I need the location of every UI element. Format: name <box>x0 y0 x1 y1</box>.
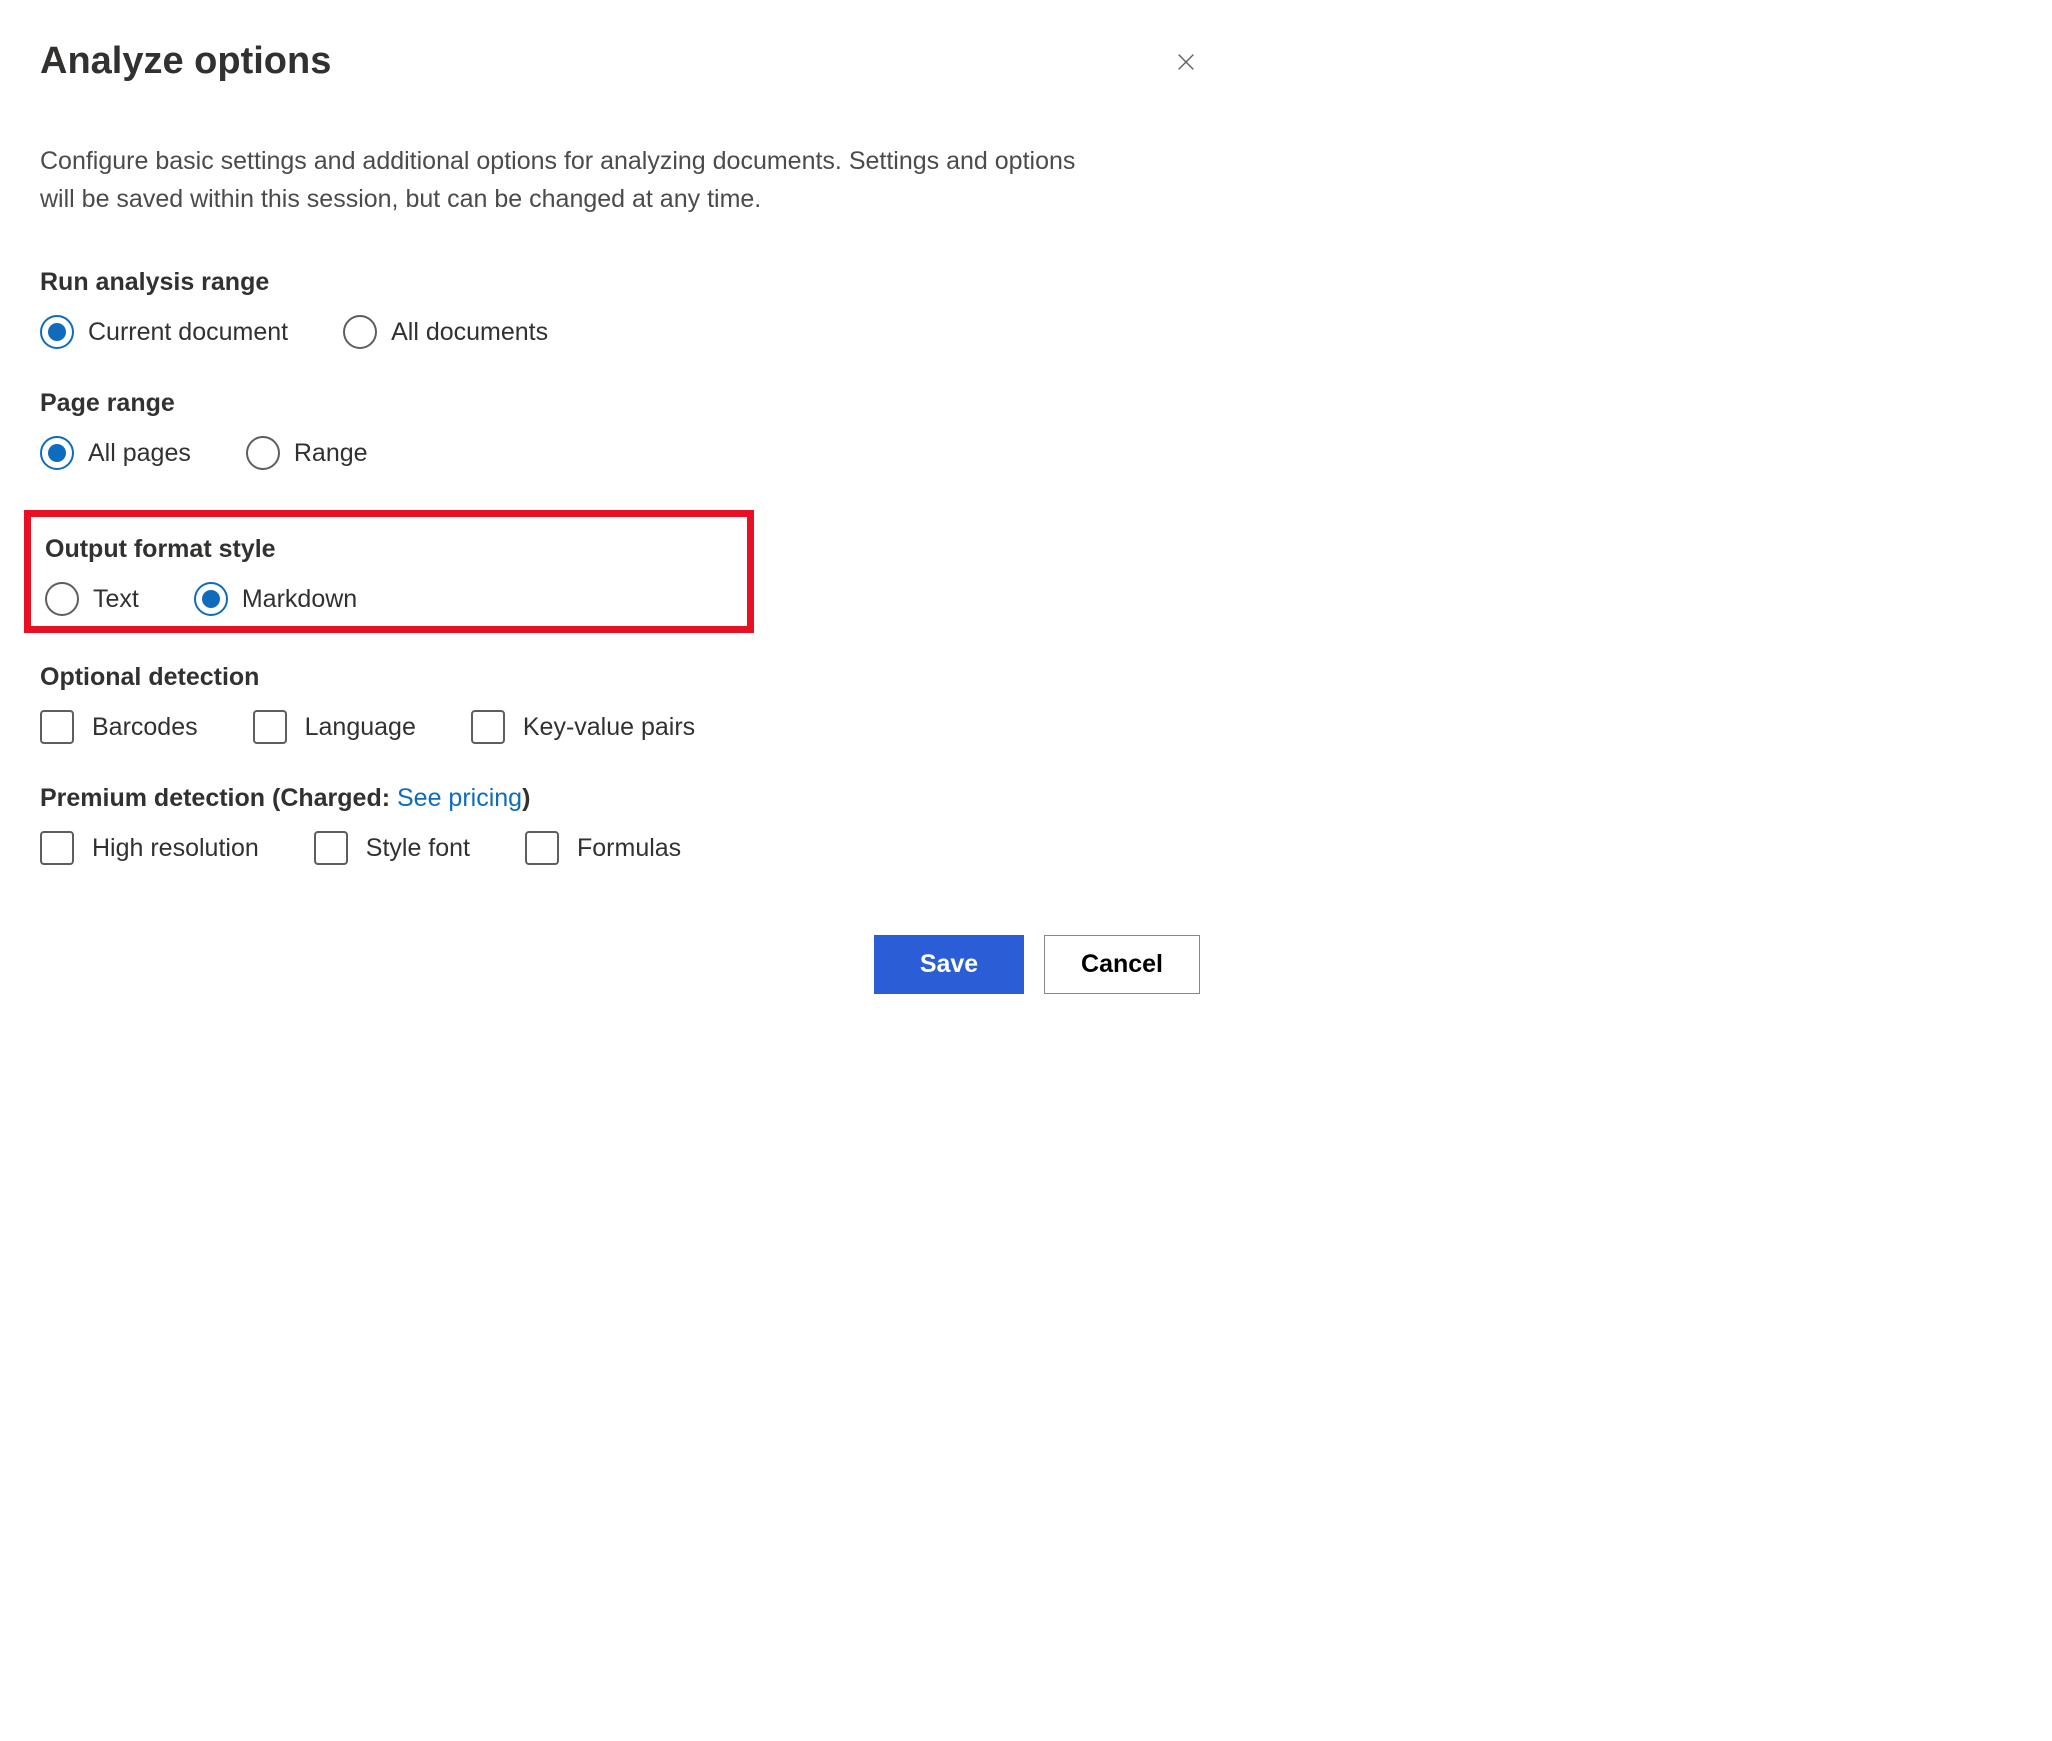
radio-all-pages[interactable]: All pages <box>40 436 191 470</box>
premium-detection-section: Premium detection (Charged: See pricing)… <box>40 784 1200 865</box>
radio-markdown[interactable]: Markdown <box>194 582 357 616</box>
radio-indicator <box>45 582 79 616</box>
optional-detection-section: Optional detection Barcodes Language Key… <box>40 663 1200 744</box>
checkbox-label: Key-value pairs <box>523 713 695 742</box>
checkbox-indicator <box>40 710 74 744</box>
optional-detection-title: Optional detection <box>40 663 1200 692</box>
radio-label: All pages <box>88 439 191 468</box>
see-pricing-link[interactable]: See pricing <box>397 784 522 812</box>
checkbox-language[interactable]: Language <box>253 710 416 744</box>
save-button[interactable]: Save <box>874 935 1024 994</box>
radio-indicator <box>343 315 377 349</box>
checkbox-label: High resolution <box>92 834 259 863</box>
dialog-description: Configure basic settings and additional … <box>40 143 1080 218</box>
radio-label: All documents <box>391 318 548 347</box>
optional-detection-options: Barcodes Language Key-value pairs <box>40 710 1200 744</box>
close-icon <box>1175 51 1197 73</box>
analysis-range-section: Run analysis range Current document All … <box>40 268 1200 349</box>
page-range-options: All pages Range <box>40 436 1200 470</box>
premium-detection-title: Premium detection (Charged: See pricing) <box>40 784 1200 813</box>
premium-detection-options: High resolution Style font Formulas <box>40 831 1200 865</box>
radio-label: Text <box>93 585 139 614</box>
radio-label: Current document <box>88 318 288 347</box>
page-range-title: Page range <box>40 389 1200 418</box>
checkbox-label: Formulas <box>577 834 681 863</box>
checkbox-indicator <box>471 710 505 744</box>
checkbox-indicator <box>525 831 559 865</box>
checkbox-formulas[interactable]: Formulas <box>525 831 681 865</box>
dialog-buttons: Save Cancel <box>40 935 1200 994</box>
radio-indicator <box>246 436 280 470</box>
radio-text[interactable]: Text <box>45 582 139 616</box>
radio-label: Range <box>294 439 368 468</box>
radio-indicator <box>40 315 74 349</box>
cancel-button[interactable]: Cancel <box>1044 935 1200 994</box>
checkbox-key-value-pairs[interactable]: Key-value pairs <box>471 710 695 744</box>
page-range-section: Page range All pages Range <box>40 389 1200 470</box>
radio-current-document[interactable]: Current document <box>40 315 288 349</box>
checkbox-label: Barcodes <box>92 713 198 742</box>
output-format-options: Text Markdown <box>45 582 733 616</box>
output-format-section: Output format style Text Markdown <box>45 535 733 616</box>
checkbox-style-font[interactable]: Style font <box>314 831 470 865</box>
analysis-range-title: Run analysis range <box>40 268 1200 297</box>
analyze-options-dialog: Analyze options Configure basic settings… <box>40 40 1200 994</box>
radio-all-documents[interactable]: All documents <box>343 315 548 349</box>
checkbox-indicator <box>40 831 74 865</box>
checkbox-label: Language <box>305 713 416 742</box>
checkbox-barcodes[interactable]: Barcodes <box>40 710 198 744</box>
output-format-title: Output format style <box>45 535 733 564</box>
radio-indicator <box>194 582 228 616</box>
dialog-title: Analyze options <box>40 40 331 83</box>
output-format-highlight: Output format style Text Markdown <box>24 510 754 633</box>
checkbox-high-resolution[interactable]: High resolution <box>40 831 259 865</box>
checkbox-label: Style font <box>366 834 470 863</box>
premium-title-prefix: Premium detection (Charged: <box>40 784 397 812</box>
radio-label: Markdown <box>242 585 357 614</box>
checkbox-indicator <box>314 831 348 865</box>
radio-range[interactable]: Range <box>246 436 368 470</box>
close-button[interactable] <box>1172 48 1200 76</box>
premium-title-suffix: ) <box>522 784 530 812</box>
analysis-range-options: Current document All documents <box>40 315 1200 349</box>
radio-indicator <box>40 436 74 470</box>
dialog-header: Analyze options <box>40 40 1200 83</box>
checkbox-indicator <box>253 710 287 744</box>
